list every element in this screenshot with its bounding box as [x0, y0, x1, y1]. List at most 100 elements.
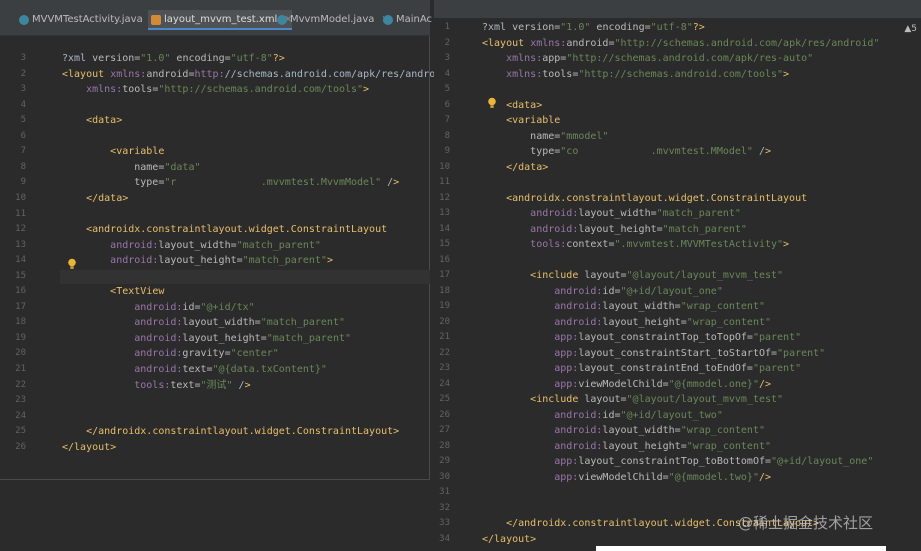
code-line[interactable]: android:layout_width="match_parent" [62, 317, 345, 329]
line-number: 21 [15, 364, 26, 374]
code-line[interactable]: android:layout_width="match_parent" [482, 208, 741, 220]
line-number: 26 [15, 441, 26, 452]
code-line[interactable]: <TextView [62, 286, 164, 298]
code-line[interactable]: </data> [62, 193, 128, 205]
left-editor-pane[interactable]: MVVMTestActivity.java ✕ layout_mvvm_test… [0, 0, 441, 480]
line-number: 4 [444, 68, 450, 79]
lightbulb-icon[interactable] [487, 97, 497, 109]
code-line[interactable]: app:viewModelChild="@{mmodel.one}"/> [482, 379, 771, 391]
line-number: 8 [444, 130, 450, 141]
line-number: 13 [15, 239, 26, 250]
code-line[interactable]: ?xml version="1.0" encoding="utf-8"?> [62, 53, 285, 65]
bottom-strip [596, 546, 886, 551]
code-line[interactable]: ?xml version="1.0" encoding="utf-8"?> [482, 22, 705, 34]
code-line[interactable]: android:id="@+id/layout_two" [482, 410, 723, 422]
code-line[interactable]: <androidx.constraintlayout.widget.Constr… [482, 193, 807, 205]
code-line[interactable]: android:id="@+id/layout_one" [482, 286, 723, 298]
line-number: 11 [15, 208, 26, 219]
line-number: 15 [15, 270, 26, 281]
code-line[interactable]: <layout xmlns:android="http://schemas.an… [482, 38, 879, 50]
line-number: 14 [15, 255, 26, 266]
line-number: 25 [15, 426, 26, 437]
line-number: 19 [439, 301, 450, 311]
code-line[interactable]: type="co .mvvmtest.MModel" /> [482, 146, 771, 158]
line-number: 16 [15, 286, 26, 297]
code-line[interactable]: app:layout_constraintEnd_toEndOf="parent… [482, 363, 801, 375]
code-line[interactable]: <variable [62, 146, 164, 158]
line-number: 11 [439, 177, 450, 187]
code-line[interactable]: <include layout="@layout/layout_mvvm_tes… [482, 394, 783, 406]
watermark: @稀土掘金技术社区 [738, 514, 874, 532]
line-number: 15 [439, 239, 450, 249]
right-editor-pane[interactable]: ▲5 1 ?xml version="1.0" encoding="utf-8"?… [434, 0, 921, 551]
code-line[interactable]: android:layout_width="match_parent" [62, 240, 321, 252]
line-number: 26 [439, 409, 450, 420]
tab-mvvmmodel-java[interactable]: MvvmModel.java ✕ [274, 10, 389, 30]
line-number: 20 [439, 316, 450, 327]
code-line[interactable]: name="data" [62, 162, 200, 174]
code-line[interactable]: <layout xmlns:android=http://schemas.and… [62, 69, 441, 81]
editor-tab-bar: MVVMTestActivity.java ✕ layout_mvvm_test… [0, 0, 432, 36]
line-number: 24 [439, 378, 450, 389]
line-number: 30 [439, 471, 450, 482]
code-line[interactable]: </layout> [62, 442, 116, 454]
code-line[interactable]: android:layout_width="wrap_content" [482, 301, 765, 313]
code-line[interactable]: </layout> [482, 534, 536, 546]
line-number: 9 [444, 146, 450, 156]
line-number: 29 [439, 456, 450, 466]
code-line[interactable]: xmlns:tools="http://schemas.android.com/… [482, 69, 789, 81]
code-line[interactable]: <androidx.constraintlayout.widget.Constr… [62, 224, 387, 236]
line-number: 22 [15, 379, 26, 390]
line-number: 13 [439, 208, 450, 218]
code-line[interactable]: android:layout_height="wrap_content" [482, 317, 771, 329]
line-number: 3 [20, 53, 26, 63]
code-line[interactable]: app:viewModelChild="@{mmodel.two}"/> [482, 472, 771, 484]
code-line[interactable]: name="mmodel" [482, 131, 608, 143]
line-number: 9 [20, 177, 26, 188]
line-number: 31 [439, 487, 450, 497]
code-line[interactable]: <include layout="@layout/layout_mvvm_tes… [482, 270, 783, 282]
code-line[interactable]: android:text="@{data.txContent}" [62, 364, 327, 376]
line-number: 2 [444, 37, 450, 48]
tab-layout-mvvm-test-xml[interactable]: layout_mvvm_test.xml ✕ [148, 10, 293, 30]
tab-mainactivity-java[interactable]: MainAc [380, 10, 432, 30]
right-editor-top-bar [434, 0, 921, 18]
code-line[interactable]: <variable [482, 115, 560, 127]
code-line[interactable]: xmlns:app="http://schemas.android.com/ap… [482, 53, 813, 65]
code-line[interactable]: android:layout_height="match_parent" [62, 333, 351, 345]
code-line[interactable]: tools:text="测试" /> [62, 380, 250, 392]
code-line[interactable]: xmlns:tools="http://schemas.android.com/… [62, 84, 369, 96]
line-number: 6 [20, 130, 26, 141]
xml-file-icon [151, 15, 161, 25]
code-line[interactable]: app:layout_constraintTop_toTopOf="parent… [482, 332, 801, 344]
tab-mvvmtestactivity-java[interactable]: MVVMTestActivity.java ✕ [16, 10, 157, 30]
caret-line-highlight [60, 270, 430, 284]
line-number: 18 [15, 317, 26, 328]
tab-label: MainAc [396, 14, 433, 25]
code-line[interactable]: app:layout_constraintTop_toBottomOf="@+i… [482, 456, 873, 468]
code-line[interactable]: android:layout_height="match_parent" [482, 224, 747, 236]
line-number: 3 [444, 53, 450, 63]
code-line[interactable]: android:id="@+id/tx" [62, 302, 254, 314]
code-line[interactable]: android:gravity="center" [62, 348, 279, 360]
line-number: 5 [444, 84, 450, 94]
code-line[interactable]: <data> [62, 115, 122, 127]
line-number: 12 [439, 192, 450, 203]
lightbulb-icon[interactable] [67, 258, 77, 270]
line-number: 17 [439, 270, 450, 280]
code-line[interactable]: </androidx.constraintlayout.widget.Const… [62, 426, 399, 438]
code-line[interactable]: android:layout_height="wrap_content" [482, 441, 771, 453]
code-line[interactable]: android:layout_height="match_parent"> [62, 255, 333, 267]
code-line[interactable]: android:layout_width="wrap_content" [482, 425, 765, 437]
code-line[interactable]: app:layout_constraintStart_toStartOf="pa… [482, 348, 825, 360]
code-line[interactable]: tools:context=".mvvmtest.MVVMTestActivit… [482, 239, 789, 251]
warning-count-indicator[interactable]: ▲5 [904, 24, 917, 34]
java-class-icon [383, 15, 393, 25]
line-number: 23 [15, 395, 26, 406]
code-line[interactable]: type="r .mvvmtest.MvvmModel" /> [62, 177, 399, 189]
code-line[interactable]: </data> [482, 162, 548, 174]
line-number: 7 [20, 146, 26, 157]
line-number: 1 [444, 22, 450, 32]
line-number: 8 [20, 161, 26, 172]
line-number: 24 [15, 410, 26, 421]
